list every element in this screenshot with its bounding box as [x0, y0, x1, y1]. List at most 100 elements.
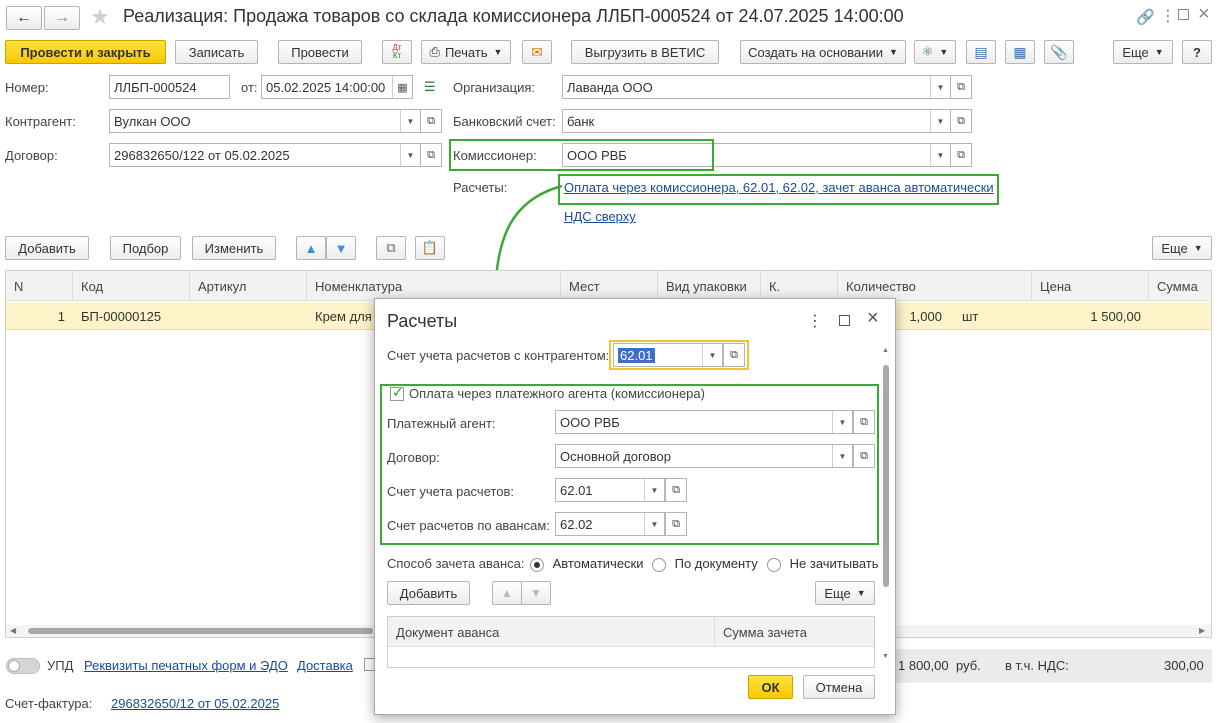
help-button[interactable]: ? [1182, 40, 1212, 64]
create-based-button[interactable]: Создать на основании ▼ [740, 40, 906, 64]
upd-toggle[interactable] [6, 658, 40, 674]
dialog-move-down-button[interactable]: ▼ [521, 581, 551, 605]
dialog-add-button[interactable]: Добавить [387, 581, 470, 605]
move-up-button[interactable]: ▲ [296, 236, 326, 260]
dialog-more-button[interactable]: Еще ▼ [815, 581, 875, 605]
report-button[interactable]: ▦ [1005, 40, 1035, 64]
col-offset-sum[interactable]: Сумма зачета [715, 617, 874, 647]
dialog-scroll-thumb[interactable] [883, 365, 889, 587]
dialog-move-up-button[interactable]: ▲ [492, 581, 522, 605]
chevron-down-icon[interactable]: ▼ [400, 144, 420, 166]
maximize-icon[interactable] [1178, 9, 1189, 20]
dialog-close-icon[interactable]: × [867, 307, 879, 330]
dt-kt-icon: Дт Кт [392, 43, 402, 60]
forward-button[interactable]: → [44, 6, 80, 30]
advance-account-field[interactable]: 62.02 ▼ [555, 512, 665, 536]
date-field[interactable]: 05.02.2025 14:00:00 ▦ [261, 75, 413, 99]
favorite-star-icon[interactable]: ★ [90, 4, 110, 30]
col-sum[interactable]: Сумма [1149, 271, 1211, 301]
dialog-contract-field[interactable]: Основной договор ▼ [555, 444, 853, 468]
chevron-down-icon[interactable]: ▼ [702, 344, 722, 366]
chevron-down-icon[interactable]: ▼ [930, 76, 950, 98]
dialog-maximize-icon[interactable] [839, 315, 850, 326]
col-places[interactable]: Мест [561, 271, 658, 301]
back-button[interactable]: ← [6, 6, 42, 30]
organization-field[interactable]: Лаванда ООО ▼ [562, 75, 951, 99]
more-vertical-icon[interactable]: ⋮ [1160, 6, 1176, 26]
chevron-down-icon[interactable]: ▼ [832, 411, 852, 433]
counterparty-open-button[interactable]: ⧉ [420, 109, 442, 133]
dialog-scrollbar[interactable]: ▲ ▼ [881, 347, 891, 665]
paste-button[interactable]: 📋 [415, 236, 445, 260]
table-add-button[interactable]: Добавить [5, 236, 89, 260]
export-vetis-button[interactable]: Выгрузить в ВЕТИС [571, 40, 719, 64]
organization-open-button[interactable]: ⧉ [950, 75, 972, 99]
settle-account-field[interactable]: 62.01 ▼ [555, 478, 665, 502]
chevron-down-icon[interactable]: ▼ [930, 110, 950, 132]
chevron-down-icon[interactable]: ▼ [832, 445, 852, 467]
close-icon[interactable]: × [1198, 3, 1210, 26]
advance-account-open-button[interactable]: ⧉ [665, 512, 687, 536]
account-open-button[interactable]: ⧉ [723, 343, 745, 367]
commissioner-open-button[interactable]: ⧉ [950, 143, 972, 167]
print-forms-link[interactable]: Реквизиты печатных форм и ЭДО [84, 658, 288, 673]
save-button[interactable]: Записать [175, 40, 258, 64]
account-field[interactable]: 62.01 ▼ [613, 343, 723, 367]
col-name[interactable]: Номенклатура [307, 271, 561, 301]
agent-checkbox-label[interactable]: Оплата через платежного агента (комиссио… [409, 386, 705, 401]
offset-none-radio[interactable]: Не зачитывать [767, 556, 879, 572]
more-button[interactable]: Еще ▼ [1113, 40, 1173, 64]
post-and-close-button[interactable]: Провести и закрыть [5, 40, 166, 64]
cancel-button[interactable]: Отмена [803, 675, 875, 699]
attach-button[interactable]: 📎 [1044, 40, 1074, 64]
counterparty-field[interactable]: Вулкан ООО ▼ [109, 109, 421, 133]
col-code[interactable]: Код [73, 271, 190, 301]
col-package[interactable]: Вид упаковки [658, 271, 761, 301]
tasks-icon[interactable]: ☰ [424, 79, 436, 95]
copy-button[interactable]: ⧉ [376, 236, 406, 260]
table-more-button[interactable]: Еще ▼ [1152, 236, 1212, 260]
table-change-button[interactable]: Изменить [192, 236, 276, 260]
agent-open-button[interactable]: ⧉ [853, 410, 875, 434]
chevron-down-icon[interactable]: ▼ [930, 144, 950, 166]
scroll-right-icon[interactable]: ▶ [1199, 626, 1205, 635]
move-down-button[interactable]: ▼ [326, 236, 356, 260]
email-button[interactable]: ✉ [522, 40, 552, 64]
agent-checkbox[interactable]: ✓ [390, 384, 404, 401]
scroll-thumb[interactable] [28, 628, 373, 634]
dt-kt-button[interactable]: Дт Кт [382, 40, 412, 64]
chevron-down-icon[interactable]: ▼ [644, 513, 664, 535]
delivery-link[interactable]: Доставка [297, 658, 353, 673]
calendar-icon[interactable]: ▦ [392, 76, 412, 98]
scroll-up-icon[interactable]: ▲ [882, 347, 889, 354]
list-button[interactable]: ▤ [966, 40, 996, 64]
number-field[interactable]: ЛЛБП-000524 [109, 75, 230, 99]
scroll-left-icon[interactable]: ◀ [10, 626, 16, 635]
dialog-contract-open-button[interactable]: ⧉ [853, 444, 875, 468]
post-button[interactable]: Провести [278, 40, 362, 64]
link-icon[interactable]: 🔗 [1136, 8, 1155, 26]
chevron-down-icon[interactable]: ▼ [644, 479, 664, 501]
agent-field[interactable]: ООО РВБ ▼ [555, 410, 853, 434]
col-article[interactable]: Артикул [190, 271, 307, 301]
offset-doc-radio[interactable]: По документу [652, 556, 758, 572]
structure-button[interactable]: ⚛ ▼ [914, 40, 956, 64]
col-k[interactable]: К. [761, 271, 838, 301]
settle-account-open-button[interactable]: ⧉ [665, 478, 687, 502]
scroll-down-icon[interactable]: ▼ [882, 653, 889, 660]
dialog-menu-icon[interactable]: ⋮ [807, 311, 823, 331]
ok-button[interactable]: ОК [748, 675, 793, 699]
print-button[interactable]: ⎙ Печать ▼ [421, 40, 511, 64]
chevron-down-icon[interactable]: ▼ [400, 110, 420, 132]
col-advance-doc[interactable]: Документ аванса [388, 617, 715, 647]
bank-account-open-button[interactable]: ⧉ [950, 109, 972, 133]
col-price[interactable]: Цена [1032, 271, 1149, 301]
invoice-link[interactable]: 296832650/12 от 05.02.2025 [111, 696, 279, 711]
contract-open-button[interactable]: ⧉ [420, 143, 442, 167]
bank-account-field[interactable]: банк ▼ [562, 109, 951, 133]
offset-auto-radio[interactable]: Автоматически [530, 556, 644, 572]
col-quantity[interactable]: Количество [838, 271, 1032, 301]
table-pick-button[interactable]: Подбор [110, 236, 181, 260]
col-n[interactable]: N [6, 271, 73, 301]
contract-field[interactable]: 296832650/122 от 05.02.2025 ▼ [109, 143, 421, 167]
